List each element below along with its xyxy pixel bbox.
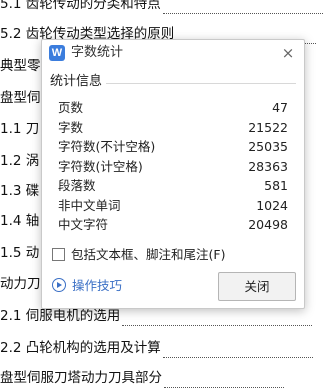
stat-value: 20498: [248, 217, 288, 232]
dialog-title: 字数统计: [71, 45, 124, 60]
stat-label: 页数: [58, 100, 84, 115]
stat-row-chars-with-spaces: 字符数(计空格) 28363: [58, 157, 288, 177]
section-header: 统计信息: [50, 74, 296, 90]
stat-value: 581: [264, 178, 288, 193]
stat-row-paragraphs: 段落数 581: [58, 176, 288, 196]
doc-line: 5.1 齿轮传动的分类和特点: [0, 0, 323, 14]
stat-label: 字符数(计空格): [58, 158, 143, 174]
stat-value: 1024: [256, 197, 288, 213]
tips-label: 操作技巧: [72, 278, 123, 293]
section-label: 统计信息: [50, 74, 107, 90]
stat-label: 非中文单词: [58, 197, 121, 213]
doc-line: 2.2 凸轮机构的选用及计算: [0, 338, 323, 358]
doc-line: 盘型伺服刀塔动力刀具部分: [0, 368, 323, 388]
app-icon: W: [49, 45, 65, 61]
checkbox-label: 包括文本框、脚注和尾注(F): [71, 247, 226, 262]
include-textboxes-checkbox-row[interactable]: 包括文本框、脚注和尾注(F): [52, 247, 225, 263]
stat-row-non-chinese-words: 非中文单词 1024: [58, 196, 288, 216]
play-circle-icon: [52, 278, 66, 292]
stat-value: 47: [272, 100, 288, 115]
doc-line: 2.1 伺服电机的选用: [0, 306, 323, 326]
stats-list: 页数 47 字数 21522 字符数(不计空格) 25035 字符数(计空格) …: [58, 98, 288, 235]
stat-label: 中文字符: [58, 217, 109, 232]
stat-label: 字数: [58, 119, 84, 135]
close-button[interactable]: 关闭: [218, 272, 296, 301]
stat-row-pages: 页数 47: [58, 98, 288, 118]
close-icon[interactable]: ×: [278, 43, 298, 63]
word-count-dialog: W 字数统计 × 统计信息 页数 47 字数 21522 字符数(不计空格) 2…: [41, 39, 305, 309]
tips-link[interactable]: 操作技巧: [52, 278, 122, 294]
dialog-titlebar[interactable]: W 字数统计 ×: [42, 40, 304, 66]
stat-value: 28363: [248, 158, 288, 174]
stat-row-chars-no-spaces: 字符数(不计空格) 25035: [58, 137, 288, 157]
stat-value: 25035: [248, 139, 288, 154]
stat-row-words: 字数 21522: [58, 118, 288, 138]
stat-label: 段落数: [58, 178, 96, 193]
stat-value: 21522: [248, 119, 288, 135]
stat-row-chinese-chars: 中文字符 20498: [58, 215, 288, 235]
stat-label: 字符数(不计空格): [58, 139, 156, 154]
include-textboxes-checkbox[interactable]: [52, 248, 65, 261]
